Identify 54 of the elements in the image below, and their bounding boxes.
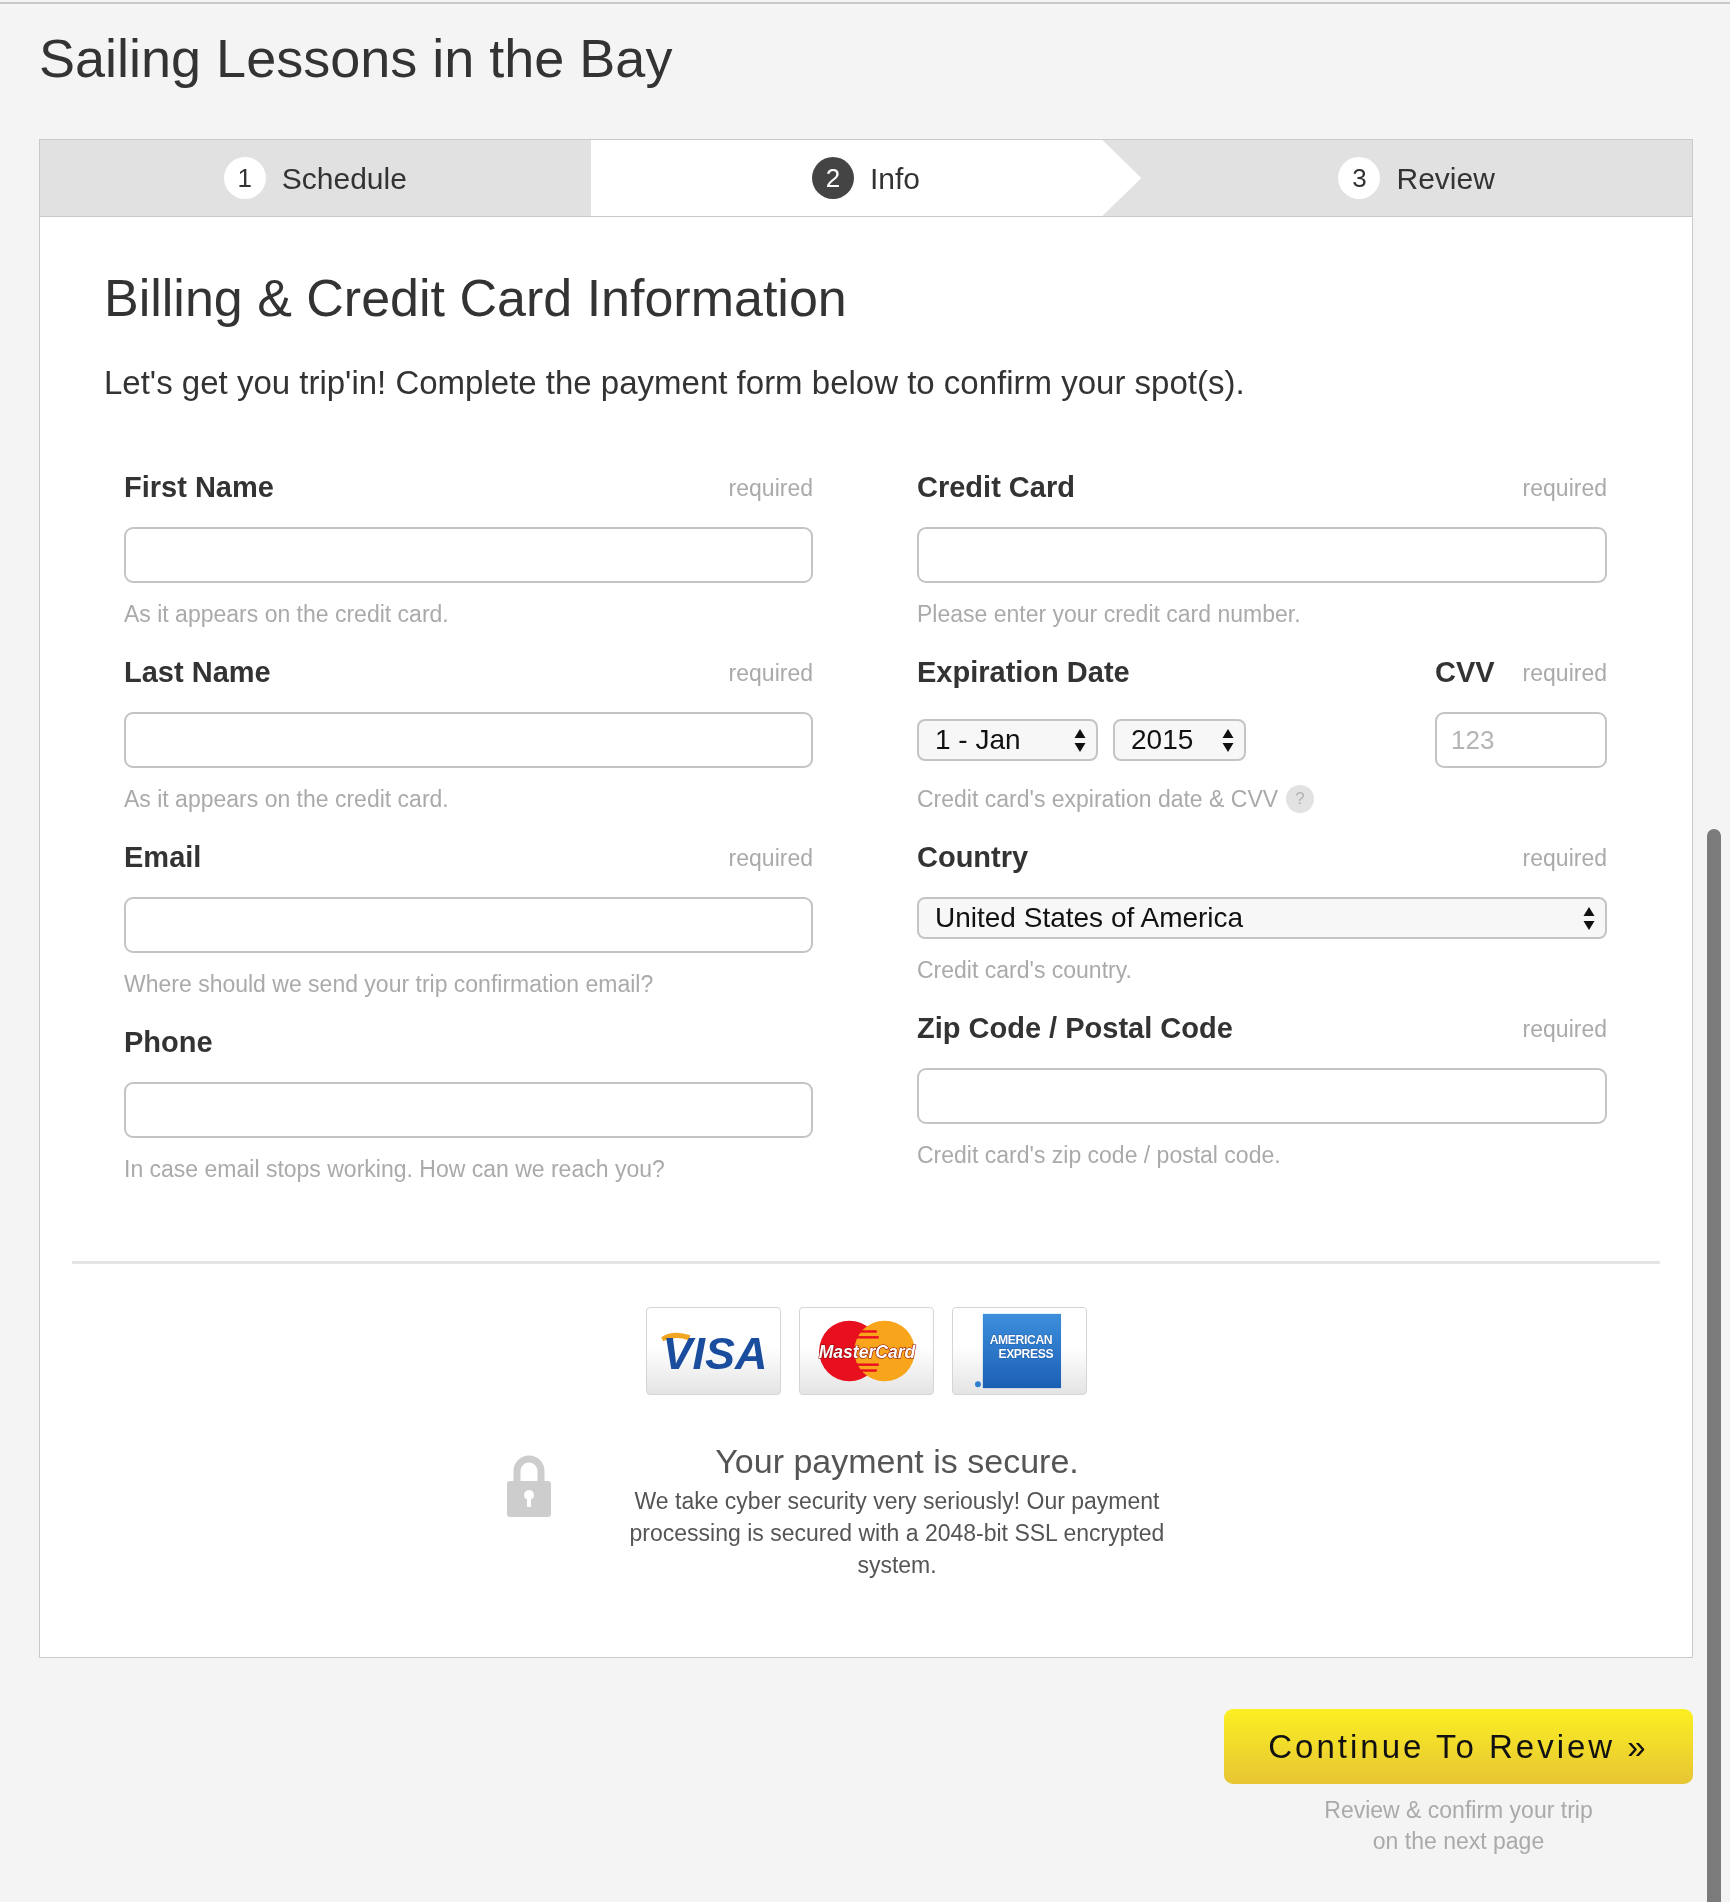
input-field[interactable]: [124, 897, 813, 953]
visa-logo: VISA: [645, 1307, 781, 1395]
cvv-field[interactable]: 123: [1435, 712, 1607, 768]
required-note: required: [1522, 658, 1607, 688]
help-text: In case email stops working. How can we reach you?: [124, 1155, 666, 1184]
input-field[interactable]: [124, 1082, 813, 1138]
page-title: Sailing Lessons in the Bay: [39, 27, 674, 90]
step-number: 3: [1338, 157, 1381, 199]
required-note: required: [728, 658, 813, 688]
month-select[interactable]: 1 - Jan: [917, 719, 1098, 761]
field-label: Last Name: [124, 655, 271, 691]
field-label: Expiration Date: [917, 655, 1130, 691]
step-tab[interactable]: 1 Schedule: [40, 140, 591, 216]
field-label: CVV: [1435, 655, 1495, 691]
scrollbar-thumb[interactable]: [1707, 829, 1721, 1902]
country-select[interactable]: United States of America: [917, 897, 1607, 939]
input-field[interactable]: [917, 1068, 1607, 1124]
help-text: Where should we send your trip confirmation email?: [124, 970, 655, 999]
help-text: Credit card's expiration date & CVV: [917, 785, 1279, 814]
field-label: Credit Card: [917, 470, 1075, 506]
lock-icon: [505, 1453, 553, 1517]
sort-arrows-icon: [1222, 727, 1234, 753]
input-field[interactable]: [124, 527, 813, 583]
help-text: As it appears on the credit card.: [124, 785, 450, 814]
help-text: As it appears on the credit card.: [124, 600, 450, 629]
required-note: required: [728, 473, 813, 503]
step-number: 2: [812, 157, 854, 199]
year-select[interactable]: 2015: [1113, 719, 1246, 761]
required-note: required: [1522, 473, 1607, 503]
button-caption: Review & confirm your trip on the next page: [1323, 1796, 1594, 1856]
amex-logo: AMERICAN EXPRESS: [951, 1307, 1087, 1395]
field-label: Zip Code / Postal Code: [917, 1011, 1233, 1047]
step-number: 1: [223, 157, 266, 199]
form-heading: Billing & Credit Card Information: [104, 269, 848, 327]
help-text: Credit card's country.: [917, 956, 1133, 985]
field-label: Email: [124, 840, 202, 876]
continue-button[interactable]: Continue To Review »: [1224, 1709, 1693, 1784]
help-text: Credit card's zip code / postal code.: [917, 1141, 1282, 1170]
input-field[interactable]: [917, 527, 1607, 583]
field-label: First Name: [124, 470, 274, 506]
sort-arrows-icon: [1074, 727, 1086, 753]
step-tab[interactable]: 2 Info: [590, 140, 1142, 216]
step-tab[interactable]: 3 Review: [1141, 140, 1692, 216]
intro-text: Let's get you trip'in! Complete the payment form below to confirm your spot(s).: [104, 363, 1246, 403]
required-note: required: [728, 843, 813, 873]
required-note: required: [1522, 843, 1607, 873]
input-field[interactable]: [124, 712, 813, 768]
security-title: Your payment is secure.: [714, 1441, 1080, 1482]
security-text: We take cyber security very seriously! Our payment processing is secured with a 2048-bit SSL encrypted system.: [628, 1487, 1166, 1580]
field-label: Phone: [124, 1025, 213, 1061]
sort-arrows-icon: [1583, 905, 1595, 931]
required-note: required: [1522, 1014, 1607, 1044]
field-label: Country: [917, 840, 1029, 876]
help-text: Please enter your credit card number.: [917, 600, 1302, 629]
